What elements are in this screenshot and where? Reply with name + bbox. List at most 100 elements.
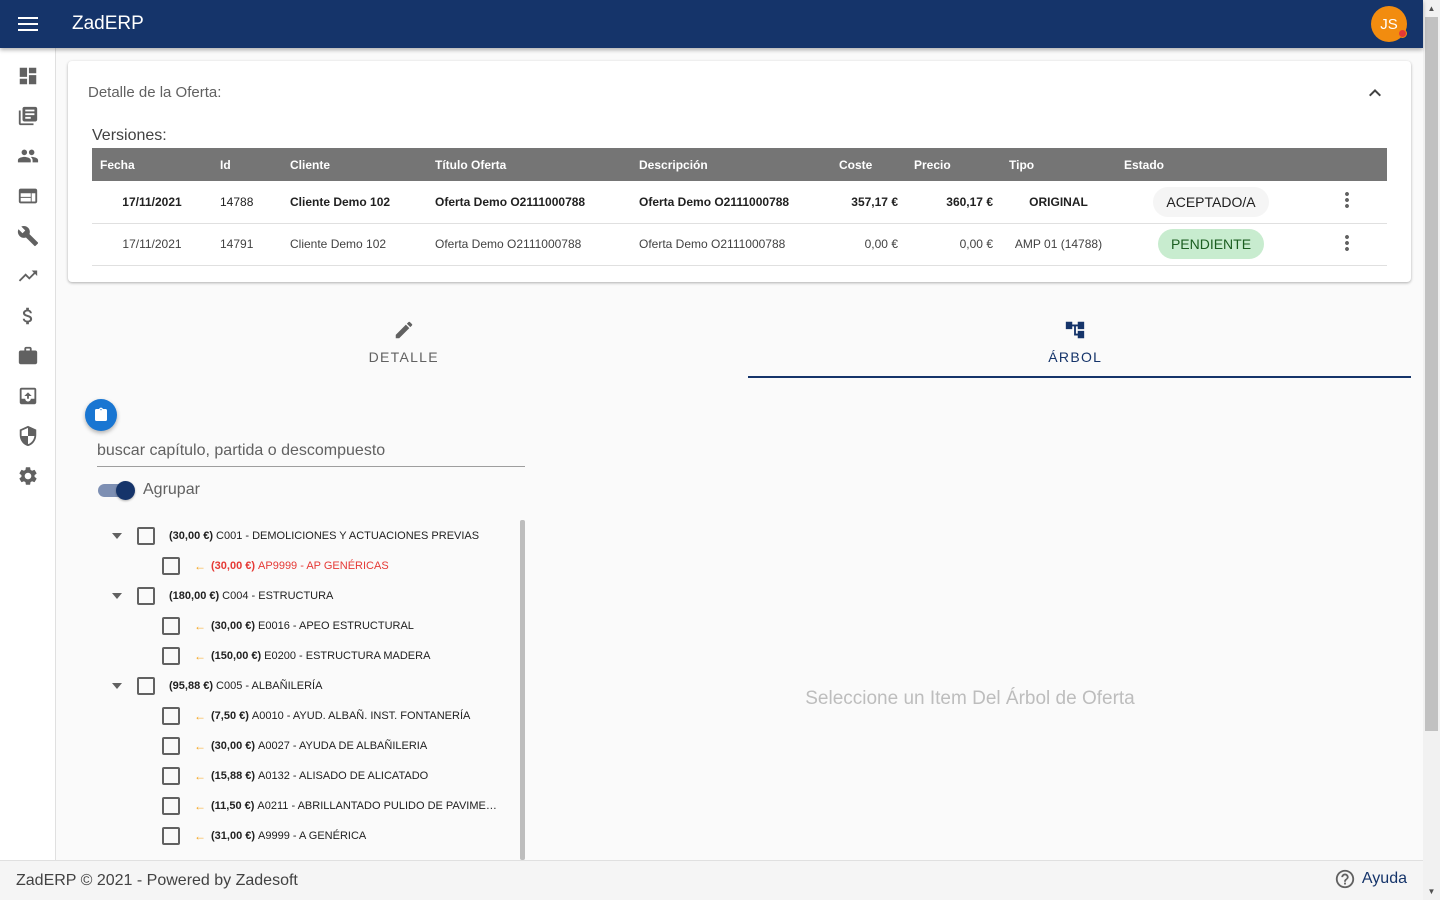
tree-node-item[interactable]: ← (11,50 €) A0211 - ABRILLANTADO PULIDO … [162,791,502,821]
column-header-estado[interactable]: Estado [1116,148,1306,181]
dollar-icon [22,307,33,325]
sidebar-item-people[interactable] [0,136,56,176]
arrow-left-icon: ← [194,619,206,633]
column-header-titulo[interactable]: Título Oferta [427,148,631,181]
user-avatar[interactable]: JS [1371,6,1407,42]
tree-checkbox[interactable] [137,527,155,545]
arrow-left-icon: ← [194,559,206,573]
tree-node-chapter[interactable]: (180,00 €) C004 - ESTRUCTURA [111,581,333,611]
expand-toggle[interactable] [111,680,123,692]
tree-scrollbar[interactable] [520,520,525,860]
column-header-descripcion[interactable]: Descripción [631,148,831,181]
arrow-left-icon: ← [194,649,206,663]
tree-checkbox[interactable] [162,827,180,845]
tree-checkbox[interactable] [162,737,180,755]
sidebar-item-web[interactable] [0,176,56,216]
column-header-tipo[interactable]: Tipo [1001,148,1116,181]
arrow-left-icon: ← [194,829,206,843]
tree-node-chapter[interactable]: (30,00 €) C001 - DEMOLICIONES Y ACTUACIO… [111,521,479,551]
sidebar-item-library[interactable] [0,96,56,136]
node-price: (7,50 €) [211,710,249,722]
node-price: (31,00 €) [211,830,256,842]
tree-node-item[interactable]: ← (30,00 €) A0027 - AYUDA DE ALBAÑILERIA [162,731,427,761]
tree-node-item[interactable]: ← (15,88 €) A0132 - ALISADO DE ALICATADO [162,761,428,791]
collapse-button[interactable] [1363,81,1387,105]
expand-toggle[interactable] [111,530,123,542]
tree-checkbox[interactable] [162,647,180,665]
group-toggle-label: Agrupar [143,481,200,498]
tree-checkbox[interactable] [162,557,180,575]
tree-checkbox[interactable] [137,677,155,695]
notification-dot [1398,29,1407,38]
cell-id: 14788 [212,181,282,224]
sidebar-item-trending[interactable] [0,256,56,296]
node-label: A9999 - A GENÉRICA [258,830,367,842]
arrow-left-icon: ← [194,799,206,813]
node-price: (30,00 €) [169,530,214,542]
scroll-up-arrow[interactable]: ▲ [1423,0,1440,17]
tree-node-item[interactable]: ← (30,00 €) AP9999 - AP GENÉRICAS [162,551,389,581]
node-label: C004 - ESTRUCTURA [222,590,334,602]
user-initials: JS [1380,15,1398,33]
column-header-fecha[interactable]: Fecha [92,148,212,181]
tree-node-item[interactable]: ← (7,50 €) A0010 - AYUD. ALBAÑ. INST. FO… [162,701,470,731]
node-label: C005 - ALBAÑILERÍA [216,680,323,692]
tree-checkbox[interactable] [162,707,180,725]
cell-estado: ACEPTADO/A [1116,181,1306,224]
tree-checkbox[interactable] [162,767,180,785]
tab-arbol[interactable]: ÁRBOL [740,305,1412,378]
node-label: A0211 - ABRILLANTADO PULIDO DE PAVIMENTO… [257,800,503,812]
group-toggle[interactable] [98,481,136,500]
sidebar [0,48,56,860]
sidebar-item-archive[interactable] [0,376,56,416]
top-app-bar: ZadERP JS [0,0,1423,48]
tree-checkbox[interactable] [162,797,180,815]
toggle-knob [116,481,135,500]
tree-checkbox[interactable] [162,617,180,635]
row-menu-button[interactable] [1335,188,1359,212]
column-header-precio[interactable]: Precio [906,148,1001,181]
pencil-icon [395,321,413,338]
wrench-icon [17,226,39,247]
tree-node-item[interactable]: ← (31,00 €) A9999 - A GENÉRICA [162,821,366,851]
people-icon [17,149,39,163]
table-row[interactable]: 17/11/2021 14788 Cliente Demo 102 Oferta… [92,181,1387,224]
tree-node-item[interactable]: ← (30,00 €) E0016 - APEO ESTRUCTURAL [162,611,414,641]
node-label: C001 - DEMOLICIONES Y ACTUACIONES PREVIA… [216,530,480,542]
tree-search-input[interactable] [97,436,525,467]
column-header-cliente[interactable]: Cliente [282,148,427,181]
tree-checkbox[interactable] [137,587,155,605]
sidebar-item-security[interactable] [0,416,56,456]
help-link[interactable]: Ayuda [1334,868,1407,890]
tree-node-chapter[interactable]: (95,88 €) C005 - ALBAÑILERÍA [111,671,322,701]
more-vert-icon [1344,192,1349,209]
clipboard-icon [95,407,107,421]
row-menu-button[interactable] [1335,231,1359,255]
tab-detalle-label: DETALLE [368,348,439,365]
node-label: E0016 - APEO ESTRUCTURAL [258,620,414,632]
sidebar-item-money[interactable] [0,296,56,336]
sidebar-item-business[interactable] [0,336,56,376]
paste-fab-button[interactable] [85,399,117,431]
node-price: (95,88 €) [169,680,214,692]
tab-detalle[interactable]: DETALLE [68,305,740,378]
tree-node-item[interactable]: ← (150,00 €) E0200 - ESTRUCTURA MADERA [162,641,430,671]
scroll-down-arrow[interactable]: ▼ [1423,883,1440,900]
caret-down-icon [112,593,122,599]
expand-toggle[interactable] [111,590,123,602]
table-row[interactable]: 17/11/2021 14791 Cliente Demo 102 Oferta… [92,223,1387,266]
sidebar-item-tools[interactable] [0,216,56,256]
sidebar-item-settings[interactable] [0,456,56,496]
node-price: (150,00 €) [211,650,262,662]
cell-titulo: Oferta Demo O2111000788 [427,181,631,224]
shield-icon [19,425,37,447]
menu-button[interactable] [0,0,56,48]
page-scrollbar[interactable]: ▲ ▼ [1423,0,1440,900]
sidebar-item-dashboard[interactable] [0,56,56,96]
scroll-thumb[interactable] [1425,17,1438,731]
node-price: (30,00 €) [211,740,256,752]
node-label: A0010 - AYUD. ALBAÑ. INST. FONTANERÍA [251,710,471,722]
column-header-id[interactable]: Id [212,148,282,181]
column-header-coste[interactable]: Coste [831,148,906,181]
dashboard-icon [19,67,37,85]
